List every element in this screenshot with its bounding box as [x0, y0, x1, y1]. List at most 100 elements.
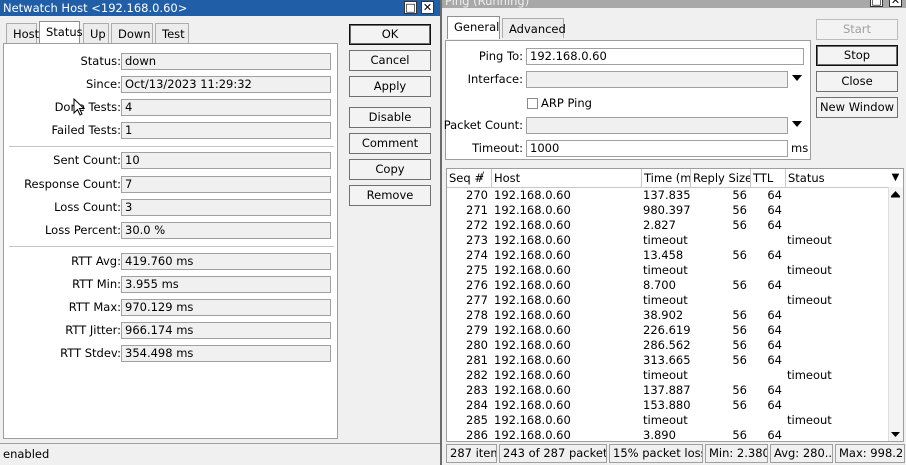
- timeout-unit: ms: [791, 141, 809, 155]
- tab-down[interactable]: Down: [111, 23, 153, 43]
- cell-host: 192.168.0.60: [494, 278, 571, 292]
- start-button[interactable]: Start: [816, 19, 898, 40]
- column-header-time[interactable]: Time (ms): [642, 169, 691, 187]
- cell-status: [787, 428, 887, 441]
- column-menu-icon[interactable]: ▼: [888, 169, 903, 187]
- tab-advanced[interactable]: Advanced: [502, 18, 566, 38]
- column-header-seq[interactable]: Seq # /: [447, 169, 492, 187]
- maximize-icon[interactable]: □: [404, 1, 417, 14]
- cell-seq: 271: [466, 203, 488, 217]
- table-row[interactable]: 272 192.168.0.60 2.827 56 64: [447, 218, 887, 233]
- close-icon[interactable]: ✕: [889, 0, 902, 7]
- chevron-down-icon[interactable]: [792, 121, 802, 127]
- ping-to-label: Ping To:: [478, 49, 523, 63]
- table-row[interactable]: 279 192.168.0.60 226.619 56 64: [447, 323, 887, 338]
- table-row[interactable]: 278 192.168.0.60 38.902 56 64: [447, 308, 887, 323]
- timeout-input[interactable]: 1000: [526, 140, 788, 157]
- remove-button[interactable]: Remove: [349, 185, 431, 206]
- column-header-status[interactable]: Status: [786, 169, 888, 187]
- table-row[interactable]: 273 192.168.0.60 timeout timeout: [447, 233, 887, 248]
- status-item-count: 287 items: [446, 444, 497, 463]
- apply-button[interactable]: Apply: [349, 76, 431, 97]
- interface-select[interactable]: [526, 71, 788, 88]
- field-value[interactable]: 7: [121, 176, 331, 193]
- stop-button[interactable]: Stop: [816, 45, 898, 66]
- scroll-up-icon[interactable]: [889, 189, 902, 199]
- cell-seq: 283: [466, 383, 488, 397]
- field-rtt-max: RTT Max: 970.129 ms: [4, 299, 339, 316]
- table-row[interactable]: 286 192.168.0.60 3.890 56 64: [447, 428, 887, 441]
- column-header-ttl[interactable]: TTL: [751, 169, 786, 187]
- cell-size: 56: [732, 353, 747, 367]
- table-row[interactable]: 275 192.168.0.60 timeout timeout: [447, 263, 887, 278]
- field-value[interactable]: 419.760 ms: [121, 253, 331, 270]
- tab-status[interactable]: Status: [39, 21, 83, 44]
- field-value[interactable]: 3: [121, 199, 331, 216]
- cell-time: 313.665: [643, 353, 691, 367]
- disable-button[interactable]: Disable: [349, 107, 431, 128]
- cell-status: [787, 353, 887, 368]
- cell-host: 192.168.0.60: [494, 353, 571, 367]
- cell-seq: 277: [466, 293, 488, 307]
- column-header-host[interactable]: Host: [492, 169, 642, 187]
- packet-count-select[interactable]: [526, 117, 788, 134]
- status-min: Min: 2.380...: [705, 444, 768, 463]
- field-value[interactable]: 970.129 ms: [121, 299, 331, 316]
- comment-button[interactable]: Comment: [349, 133, 431, 154]
- cell-host: 192.168.0.60: [494, 338, 571, 352]
- vertical-scrollbar[interactable]: [888, 187, 903, 441]
- table-row[interactable]: 270 192.168.0.60 137.835 56 64: [447, 188, 887, 203]
- cell-status: [787, 383, 887, 398]
- cell-ttl: 64: [767, 398, 782, 412]
- ok-button[interactable]: OK: [349, 24, 431, 45]
- field-value[interactable]: Oct/13/2023 11:29:32: [121, 76, 331, 93]
- cell-time: timeout: [643, 233, 688, 247]
- cell-ttl: [751, 233, 782, 248]
- field-value[interactable]: 1: [121, 122, 331, 139]
- chevron-down-icon[interactable]: [792, 75, 802, 81]
- tab-host[interactable]: Host: [6, 23, 39, 43]
- tab-general[interactable]: General: [447, 16, 500, 39]
- field-value[interactable]: 10: [121, 152, 331, 169]
- close-button[interactable]: Close: [816, 71, 898, 92]
- netwatch-titlebar[interactable]: Netwatch Host <192.168.0.60>: [0, 0, 440, 16]
- cell-seq: 282: [466, 368, 488, 382]
- field-value[interactable]: 966.174 ms: [121, 322, 331, 339]
- table-row[interactable]: 282 192.168.0.60 timeout timeout: [447, 368, 887, 383]
- table-row[interactable]: 281 192.168.0.60 313.665 56 64: [447, 353, 887, 368]
- cell-size: 56: [732, 383, 747, 397]
- field-value[interactable]: 3.955 ms: [121, 276, 331, 293]
- table-row[interactable]: 280 192.168.0.60 286.562 56 64: [447, 338, 887, 353]
- table-row[interactable]: 285 192.168.0.60 timeout timeout: [447, 413, 887, 428]
- cell-time: 153.880: [643, 398, 691, 412]
- tab-test[interactable]: Test: [155, 23, 189, 43]
- window-title: Ping (Running): [445, 0, 530, 8]
- field-since: Since: Oct/13/2023 11:29:32: [4, 76, 339, 93]
- cell-ttl: 64: [767, 338, 782, 352]
- field-value[interactable]: 354.498 ms: [121, 345, 331, 362]
- cancel-button[interactable]: Cancel: [349, 50, 431, 71]
- maximize-icon[interactable]: □: [870, 0, 883, 7]
- field-value[interactable]: 4: [121, 99, 331, 116]
- table-row[interactable]: 283 192.168.0.60 137.887 56 64: [447, 383, 887, 398]
- field-value[interactable]: down: [121, 53, 331, 70]
- table-row[interactable]: 274 192.168.0.60 13.458 56 64: [447, 248, 887, 263]
- ping-titlebar[interactable]: Ping (Running): [442, 0, 906, 8]
- ping-general-panel: Ping To: 192.168.0.60 Interface: ARP Pin…: [444, 40, 811, 160]
- table-row[interactable]: 271 192.168.0.60 980.397 56 64: [447, 203, 887, 218]
- ping-to-input[interactable]: 192.168.0.60: [526, 48, 804, 65]
- table-row[interactable]: 277 192.168.0.60 timeout timeout: [447, 293, 887, 308]
- cell-seq: 276: [466, 278, 488, 292]
- close-icon[interactable]: ✕: [421, 1, 434, 14]
- arp-ping-checkbox[interactable]: [527, 98, 538, 109]
- field-value[interactable]: 30.0 %: [121, 222, 331, 239]
- field-label: Failed Tests:: [51, 123, 121, 137]
- scroll-down-icon[interactable]: [889, 429, 902, 439]
- tab-up[interactable]: Up: [83, 23, 109, 43]
- table-row[interactable]: 284 192.168.0.60 153.880 56 64: [447, 398, 887, 413]
- table-row[interactable]: 276 192.168.0.60 8.700 56 64: [447, 278, 887, 293]
- copy-button[interactable]: Copy: [349, 159, 431, 180]
- cell-time: timeout: [643, 368, 688, 382]
- new-window-button[interactable]: New Window: [816, 97, 898, 118]
- column-header-reply-size[interactable]: Reply Size: [691, 169, 751, 187]
